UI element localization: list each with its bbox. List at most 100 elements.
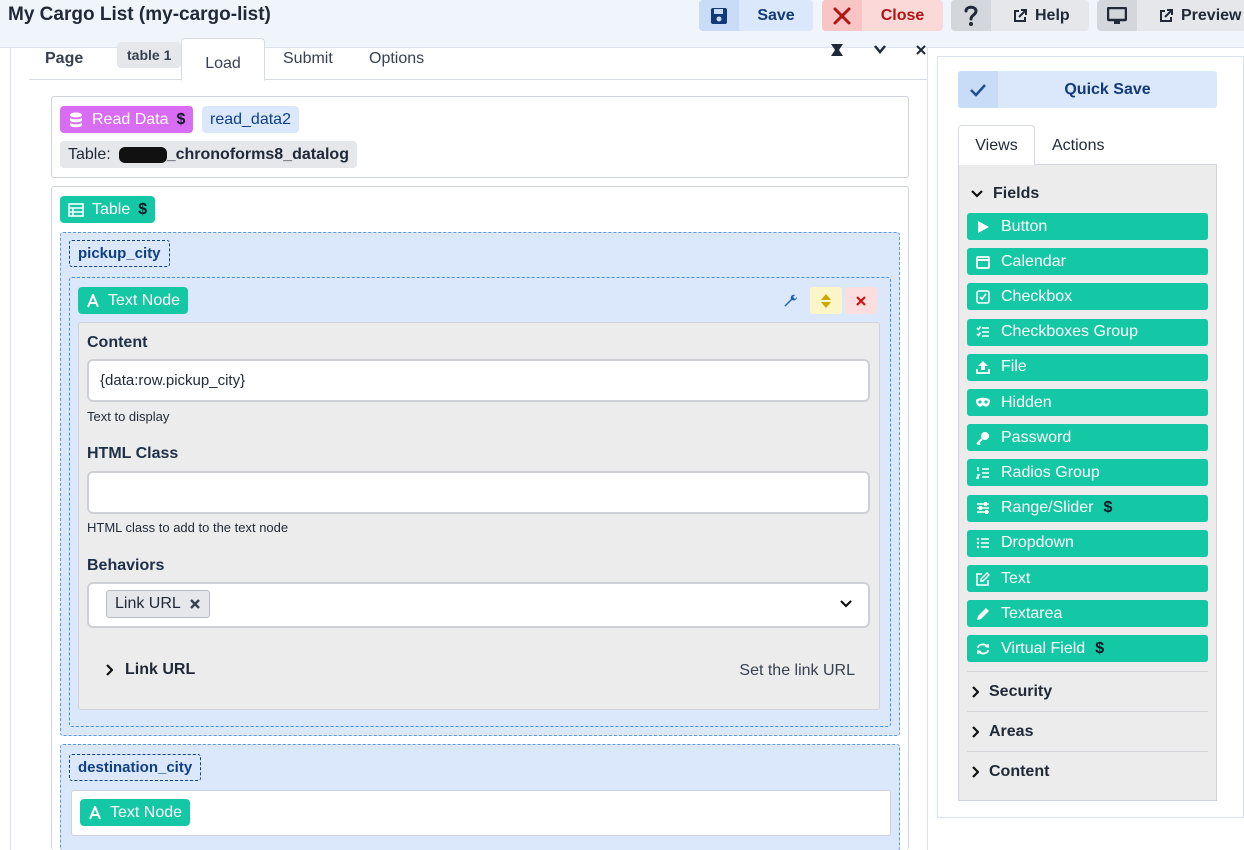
html-class-label: HTML Class <box>87 445 179 462</box>
behavior-chip: Link URL <box>106 590 210 618</box>
dollar-icon: $ <box>1103 499 1113 517</box>
read-data-tag[interactable]: Read Data $ <box>60 106 194 133</box>
field-item-label: Calendar <box>1001 252 1066 270</box>
pin-icon[interactable] <box>829 44 845 56</box>
check-icon <box>958 71 998 108</box>
wrench-icon <box>783 293 799 309</box>
redacted-mark <box>118 146 167 163</box>
link-url-help: Set the link URL <box>739 662 855 679</box>
database-icon <box>68 112 84 128</box>
content-label: Content <box>87 334 148 351</box>
checkbox-icon <box>975 289 991 305</box>
field-item-checkboxes-group[interactable]: Checkboxes Group <box>967 318 1208 346</box>
dollar-icon: $ <box>176 110 186 128</box>
behaviors-select[interactable]: Link URL <box>87 582 870 628</box>
section-label: Content <box>989 763 1050 780</box>
floppy-disk-icon <box>699 0 739 31</box>
close-icon <box>822 0 862 31</box>
field-item-button[interactable]: Button <box>967 213 1208 240</box>
play-icon <box>975 219 991 235</box>
field-item-label: File <box>1001 358 1027 376</box>
html-class-help: HTML class to add to the text node <box>87 520 289 535</box>
field-item-label: Checkbox <box>1001 287 1073 305</box>
field-item-file[interactable]: File <box>967 353 1208 381</box>
monitor-icon <box>1097 0 1137 31</box>
section-label: Areas <box>989 723 1034 740</box>
sidebar-section-areas[interactable]: Areas <box>971 723 1033 741</box>
field-item-calendar[interactable]: Calendar <box>967 248 1208 276</box>
pencil-icon <box>975 606 991 622</box>
field-item-label: Checkboxes Group <box>1001 323 1138 341</box>
chevron-down-icon[interactable] <box>873 44 887 56</box>
sidebar-views-panel: Fields Button Calendar Checkbox Checkboxes … <box>958 165 1217 801</box>
text-node-tag[interactable]: Text Node <box>80 799 191 826</box>
field-item-label: Hidden <box>1001 393 1052 411</box>
dollar-icon: $ <box>1095 639 1105 657</box>
settings-button[interactable] <box>775 287 807 314</box>
field-item-label: Virtual Field <box>1001 639 1086 657</box>
sidebar-section-security[interactable]: Security <box>971 683 1052 701</box>
delete-button[interactable] <box>845 287 877 314</box>
table-tag[interactable]: Table $ <box>60 196 156 223</box>
table-icon <box>68 202 84 217</box>
text-node-tag[interactable]: Text Node <box>78 287 189 314</box>
pickup-city-label[interactable]: pickup_city <box>69 240 170 267</box>
save-button[interactable]: Save <box>699 0 813 31</box>
preview-button[interactable]: Preview <box>1097 0 1244 31</box>
fields-accordion-header[interactable]: Fields <box>971 185 1039 203</box>
content-input[interactable]: {data:row.pickup_city} <box>87 359 870 402</box>
field-item-dropdown[interactable]: Dropdown <box>967 529 1208 557</box>
close-label: Close <box>880 6 925 24</box>
sort-button[interactable] <box>810 287 842 314</box>
field-item-text[interactable]: Text <box>967 565 1208 592</box>
edit-icon <box>975 571 991 587</box>
destination-city-label[interactable]: destination_city <box>69 754 202 781</box>
page-title: My Cargo List (my-cargo-list) <box>8 4 271 25</box>
tab-actions[interactable]: Actions <box>1052 125 1104 166</box>
sidebar-tabs: Views Actions <box>958 125 1217 166</box>
field-item-checkbox[interactable]: Checkbox <box>967 283 1208 311</box>
link-url-section[interactable]: Link URL <box>105 661 195 679</box>
close-button[interactable]: Close <box>822 0 943 31</box>
text-node-label: Text Node <box>108 291 181 309</box>
html-class-input[interactable] <box>87 471 870 514</box>
read-data-panel: Read Data $ read_data2 Table: _chronofor… <box>51 96 909 178</box>
field-item-radios-group[interactable]: Radios Group <box>967 459 1208 487</box>
checklist-icon <box>975 324 991 340</box>
table-panel: Table $ pickup_city Text Node Content {d… <box>51 186 909 850</box>
quick-save-button[interactable]: Quick Save <box>958 71 1217 108</box>
tab-page[interactable]: Page <box>45 38 83 80</box>
fields-heading: Fields <box>993 185 1040 202</box>
question-icon <box>951 0 991 31</box>
field-item-hidden[interactable]: Hidden <box>967 389 1208 416</box>
link-url-heading: Link URL <box>125 661 196 678</box>
close-icon[interactable] <box>915 44 927 56</box>
field-item-password[interactable]: Password <box>967 424 1208 452</box>
save-label: Save <box>757 6 795 24</box>
preview-label: Preview <box>1181 6 1242 24</box>
tab-table-pill[interactable]: table 1 <box>117 42 182 68</box>
content-help: Text to display <box>87 409 170 424</box>
tab-submit[interactable]: Submit <box>283 38 333 80</box>
tab-load[interactable]: Load <box>181 38 265 81</box>
field-item-textarea[interactable]: Textarea <box>967 600 1208 628</box>
field-item-label: Textarea <box>1001 604 1063 622</box>
chevron-down-icon[interactable] <box>840 599 852 609</box>
text-font-icon <box>86 293 100 308</box>
tab-views[interactable]: Views <box>958 125 1035 166</box>
numbered-list-icon <box>975 465 991 481</box>
field-item-label: Radios Group <box>1001 463 1100 481</box>
section-label: Security <box>989 683 1053 700</box>
field-item-range-slider[interactable]: Range/Slider $ <box>967 494 1208 522</box>
help-button[interactable]: Help <box>951 0 1089 31</box>
remove-icon[interactable] <box>189 598 201 610</box>
text-node-settings: Content {data:row.pickup_city} Text to d… <box>78 322 880 710</box>
sidebar: Quick Save Views Actions Fields Button Ca… <box>937 56 1244 818</box>
field-item-virtual-field[interactable]: Virtual Field $ <box>967 635 1208 663</box>
chevron-right-icon <box>105 664 113 676</box>
sidebar-section-content[interactable]: Content <box>971 763 1049 781</box>
read-data-label: Read Data <box>92 110 169 128</box>
external-link-icon <box>1013 8 1027 23</box>
list-icon <box>975 535 991 551</box>
tab-options[interactable]: Options <box>369 38 424 80</box>
